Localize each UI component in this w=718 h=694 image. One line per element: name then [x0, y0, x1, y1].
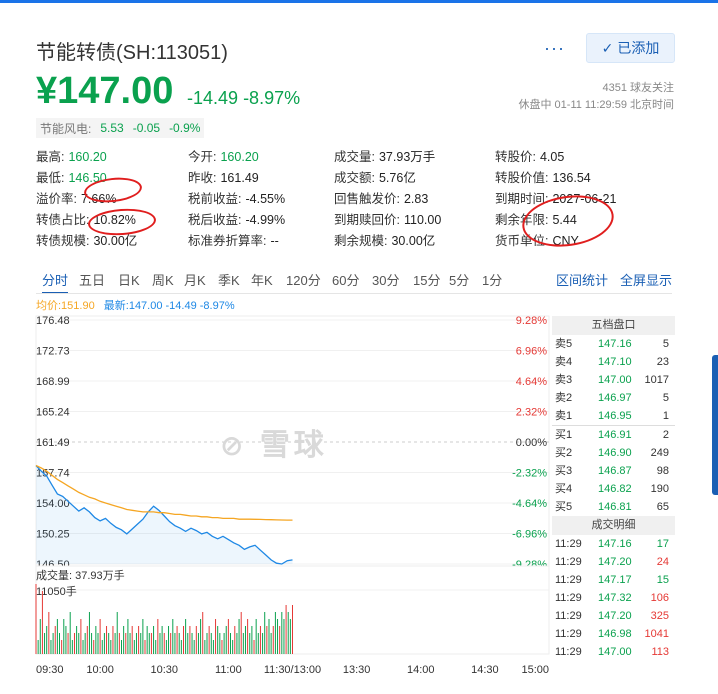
- book-level: 买3: [555, 465, 573, 477]
- y-tick-label: 161.49: [36, 437, 70, 449]
- book-price: 146.82: [598, 483, 632, 495]
- y-pct-label: 4.64%: [516, 376, 547, 388]
- book-volume: 98: [656, 465, 669, 477]
- trade-volume: 15: [656, 574, 669, 586]
- trade-price: 146.98: [598, 628, 632, 640]
- trade-volume: 17: [656, 538, 669, 550]
- trade-row: 11:29 147.17 15: [552, 571, 675, 589]
- watermark-logo: ⊘ 雪球: [220, 420, 328, 464]
- order-book-row: 买1 146.91 2: [552, 426, 675, 444]
- trades-header: 成交明细: [552, 516, 675, 535]
- trade-time: 11:29: [555, 610, 582, 622]
- book-price: 146.90: [598, 447, 632, 459]
- book-volume: 190: [650, 483, 669, 495]
- trade-volume: 1041: [644, 628, 669, 640]
- trade-price: 147.32: [598, 592, 632, 604]
- trade-row: 11:29 147.16 17: [552, 535, 675, 553]
- y-pct-label: 6.96%: [516, 346, 547, 358]
- trade-row: 11:29 147.20 325: [552, 607, 675, 625]
- book-price: 146.87: [598, 465, 632, 477]
- snowball-icon: ⊘: [220, 430, 248, 461]
- book-volume: 1: [662, 410, 669, 422]
- book-price: 146.81: [598, 501, 632, 513]
- x-tick-label: 13:30: [343, 664, 371, 676]
- trade-volume: 325: [650, 610, 669, 622]
- order-book-row: 买5 146.81 65: [552, 498, 675, 516]
- trade-price: 147.20: [598, 610, 632, 622]
- order-book-panel: 五档盘口 卖5 147.16 5 卖4 147.10 23 卖3 147.00 1017 卖2 14…: [552, 316, 675, 661]
- trade-time: 11:29: [555, 556, 582, 568]
- book-level: 买4: [555, 483, 573, 495]
- order-book-row: 卖4 147.10 23: [552, 353, 675, 371]
- book-volume: 1017: [644, 374, 669, 386]
- trade-time: 11:29: [555, 646, 582, 658]
- x-tick-label: 09:30: [36, 664, 64, 676]
- order-book-row: 买2 146.90 249: [552, 444, 675, 462]
- book-level: 卖1: [555, 410, 573, 422]
- order-book-row: 卖2 146.97 5: [552, 389, 675, 407]
- book-price: 146.97: [598, 392, 632, 404]
- y-tick-label: 176.48: [36, 315, 70, 327]
- book-volume: 65: [656, 501, 669, 513]
- book-level: 卖5: [555, 338, 573, 350]
- x-tick-label: 11:00: [215, 664, 242, 676]
- trade-volume: 113: [651, 646, 669, 658]
- side-panel-handle[interactable]: [712, 355, 718, 495]
- y-pct-label: -6.96%: [512, 529, 547, 541]
- trade-time: 11:29: [555, 574, 582, 586]
- book-level: 卖3: [555, 374, 573, 386]
- book-price: 147.00: [598, 374, 632, 386]
- order-book-row: 卖5 147.16 5: [552, 335, 675, 353]
- y-pct-label: -4.64%: [512, 498, 547, 510]
- x-tick-label: 11:30/13:00: [264, 664, 321, 676]
- trade-time: 11:29: [555, 628, 582, 640]
- y-tick-label: 168.99: [36, 376, 70, 388]
- book-volume: 5: [662, 392, 669, 404]
- y-pct-label: 0.00%: [516, 437, 547, 449]
- trade-time: 11:29: [555, 592, 582, 604]
- volume-label: 成交量: 37.93万手: [36, 570, 125, 582]
- book-level: 卖4: [555, 356, 573, 368]
- y-pct-label: -2.32%: [512, 468, 547, 480]
- order-book-row: 买4 146.82 190: [552, 480, 675, 498]
- x-tick-label: 10:00: [86, 664, 114, 676]
- book-volume: 23: [656, 356, 669, 368]
- trade-price: 147.16: [598, 538, 632, 550]
- x-tick-label: 14:30: [471, 664, 499, 676]
- book-level: 卖2: [555, 392, 573, 404]
- book-price: 147.16: [598, 338, 632, 350]
- trade-price: 147.17: [598, 574, 632, 586]
- x-tick-label: 15:00: [521, 664, 549, 676]
- trade-volume: 106: [650, 592, 669, 604]
- trade-price: 147.20: [598, 556, 632, 568]
- book-volume: 5: [662, 338, 669, 350]
- order-book-row: 卖3 147.00 1017: [552, 371, 675, 389]
- trade-row: 11:29 146.98 1041: [552, 625, 675, 643]
- x-tick-label: 14:00: [407, 664, 435, 676]
- order-book-header: 五档盘口: [552, 316, 675, 335]
- order-book-row: 卖1 146.95 1: [552, 407, 675, 425]
- trade-time: 11:29: [555, 538, 582, 550]
- book-volume: 249: [650, 447, 669, 459]
- trade-price: 147.00: [598, 646, 632, 658]
- trade-row: 11:29 147.00 113: [552, 643, 675, 661]
- book-level: 买5: [555, 501, 573, 513]
- book-price: 146.95: [598, 410, 632, 422]
- watermark-text: 雪球: [259, 429, 328, 462]
- book-level: 买1: [555, 429, 573, 441]
- trade-volume: 24: [656, 556, 669, 568]
- book-price: 147.10: [598, 356, 632, 368]
- trade-row: 11:29 147.20 24: [552, 553, 675, 571]
- book-level: 买2: [555, 447, 573, 459]
- y-tick-label: 165.24: [36, 407, 70, 419]
- book-volume: 2: [662, 429, 669, 441]
- y-pct-label: 9.28%: [516, 315, 547, 327]
- order-book-row: 买3 146.87 98: [552, 462, 675, 480]
- x-tick-label: 10:30: [150, 664, 178, 676]
- trade-row: 11:29 147.32 106: [552, 589, 675, 607]
- y-pct-label: 2.32%: [516, 407, 547, 419]
- book-price: 146.91: [598, 429, 632, 441]
- y-tick-label: 172.73: [36, 346, 70, 358]
